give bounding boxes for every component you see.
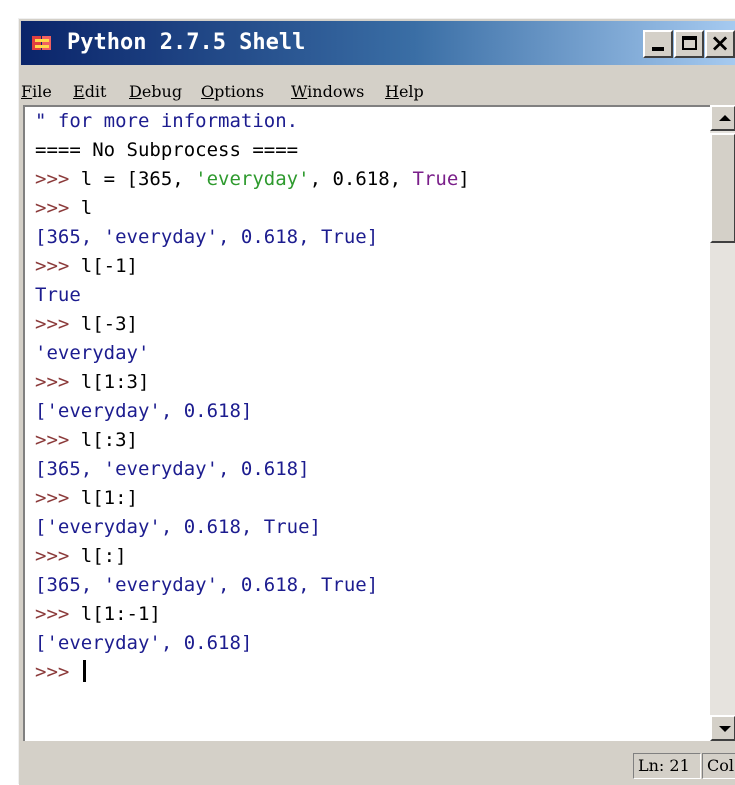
shell-line: >>> l[1:3] (35, 368, 149, 397)
shell-line: ['everyday', 0.618] (35, 397, 252, 426)
scroll-up-arrow-icon (719, 115, 731, 121)
shell-line: [365, 'everyday', 0.618] (35, 455, 310, 484)
prompt: >>> (35, 168, 70, 190)
menu-windows[interactable]: Windows (291, 79, 364, 105)
shell-line: True (35, 281, 81, 310)
window-title: Python 2.7.5 Shell (67, 30, 306, 55)
shell-text-area[interactable]: " for more information. ==== No Subproces… (23, 105, 710, 741)
shell-line: >>> l[-1] (35, 252, 138, 281)
info-text: ==== No Subprocess ==== (35, 139, 299, 161)
code-token: l[-3] (80, 313, 138, 335)
output-text: ['everyday', 0.618, True] (35, 516, 321, 538)
vertical-scrollbar[interactable] (710, 105, 735, 741)
close-button[interactable]: × (705, 29, 735, 58)
prompt: >>> (35, 487, 70, 509)
column-number-indicator: Col: 4 (702, 753, 735, 779)
text-cursor (82, 660, 86, 682)
shell-line: >>> l[-3] (35, 310, 138, 339)
output-text: 'everyday' (35, 342, 150, 364)
status-bar: Ln: 21 Col: 4 (19, 741, 735, 785)
line-number-indicator: Ln: 21 (633, 753, 701, 779)
shell-line: >>> l = [365, 'everyday', 0.618, True] (35, 165, 470, 194)
idle-shell-window: Python 2.7.5 Shell × File Edit Debug Opt… (18, 18, 735, 785)
output-text: [365, 'everyday', 0.618] (35, 458, 310, 480)
code-token: l = [365, (80, 168, 196, 190)
maximize-button[interactable] (674, 30, 704, 58)
code-token: 'everyday' (195, 168, 310, 190)
shell-line: [365, 'everyday', 0.618, True] (35, 571, 378, 600)
code-token: l[1:3] (80, 371, 150, 393)
prompt: >>> (35, 197, 70, 219)
code-token: l[-1] (80, 255, 138, 277)
python-idle-icon (32, 36, 51, 50)
shell-line: >>> l[1:-1] (35, 600, 161, 629)
scroll-down-button[interactable] (710, 715, 735, 741)
shell-line: >>> l[:] (35, 542, 127, 571)
code-token: l[:] (80, 545, 127, 567)
shell-line: >>> l (35, 194, 92, 223)
code-token: True (412, 168, 459, 190)
shell-line: >>> l[1:] (35, 484, 138, 513)
code-token: l[:3] (80, 429, 138, 451)
code-token: l[1:] (80, 487, 138, 509)
output-text: [365, 'everyday', 0.618, True] (35, 574, 379, 596)
shell-line: 'everyday' (35, 339, 149, 368)
prompt: >>> (35, 661, 70, 683)
shell-line: ['everyday', 0.618] (35, 629, 252, 658)
scroll-up-button[interactable] (710, 105, 735, 131)
menu-debug[interactable]: Debug (129, 79, 182, 105)
maximize-icon (682, 36, 697, 50)
code-token: , 0.618, (309, 168, 413, 190)
scroll-thumb[interactable] (710, 133, 735, 243)
title-bar[interactable]: Python 2.7.5 Shell × (21, 21, 735, 65)
prompt: >>> (35, 255, 70, 277)
prompt: >>> (35, 429, 70, 451)
output-text: " for more information. (35, 110, 299, 132)
shell-line: >>> l[:3] (35, 426, 138, 455)
menu-help[interactable]: Help (385, 79, 424, 105)
menu-bar: File Edit Debug Options Windows Help (21, 79, 735, 105)
menu-file[interactable]: File (21, 79, 52, 105)
code-token: ] (458, 168, 470, 190)
shell-line: >>> (35, 658, 86, 687)
close-icon: × (710, 29, 731, 57)
prompt: >>> (35, 371, 70, 393)
shell-line: ==== No Subprocess ==== (35, 136, 298, 165)
shell-line: [365, 'everyday', 0.618, True] (35, 223, 378, 252)
shell-line: " for more information. (35, 107, 298, 136)
shell-line: ['everyday', 0.618, True] (35, 513, 321, 542)
minimize-button[interactable] (643, 30, 673, 58)
scroll-down-arrow-icon (719, 726, 731, 732)
prompt: >>> (35, 545, 70, 567)
code-token: l[1:-1] (80, 603, 161, 625)
prompt: >>> (35, 313, 70, 335)
code-token: l (80, 197, 93, 219)
prompt: >>> (35, 603, 70, 625)
output-text: ['everyday', 0.618] (35, 632, 253, 654)
output-text: True (35, 284, 81, 306)
output-text: ['everyday', 0.618] (35, 400, 253, 422)
menu-options[interactable]: Options (201, 79, 264, 105)
minimize-icon (652, 47, 664, 51)
output-text: [365, 'everyday', 0.618, True] (35, 226, 379, 248)
menu-edit[interactable]: Edit (73, 79, 106, 105)
